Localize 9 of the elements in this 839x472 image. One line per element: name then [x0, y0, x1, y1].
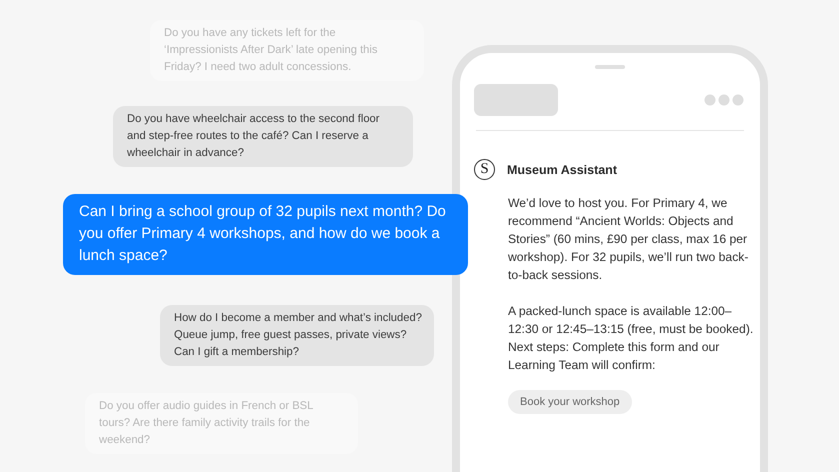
message-bubble: How do I become a member and what’s included? Queue jump, free guest passes, private views? Can I gift a membership? — [160, 305, 434, 366]
reply-paragraph: A packed-lunch space is available 12:00–12:30 or 12:45–13:15 (free, must be booked). Next steps: Complete this form and our Learning Team will confirm: — [508, 303, 754, 374]
message-bubble: Can I bring a school group of 32 pupils next month? Do you offer Primary 4 workshops, and how do we book a lunch space? — [63, 194, 468, 275]
assistant-name: Museum Assistant — [507, 162, 617, 176]
reply-paragraph: We’d love to host you. For Primary 4, we recommend “Ancient Worlds: Objects and Stories” (60 mins, £90 per class, max 16 per workshop). For 32 pupils, we’ll run two back-to-back sessions. — [508, 195, 750, 284]
more-icon[interactable] — [704, 94, 744, 106]
book-button[interactable]: Book your workshop — [508, 390, 632, 414]
message-bubble: Do you have wheelchair access to the second floor and step-free routes to the café? Can I reserve a wheelchair in advance? — [113, 106, 413, 167]
assistant-avatar: S — [474, 159, 495, 180]
